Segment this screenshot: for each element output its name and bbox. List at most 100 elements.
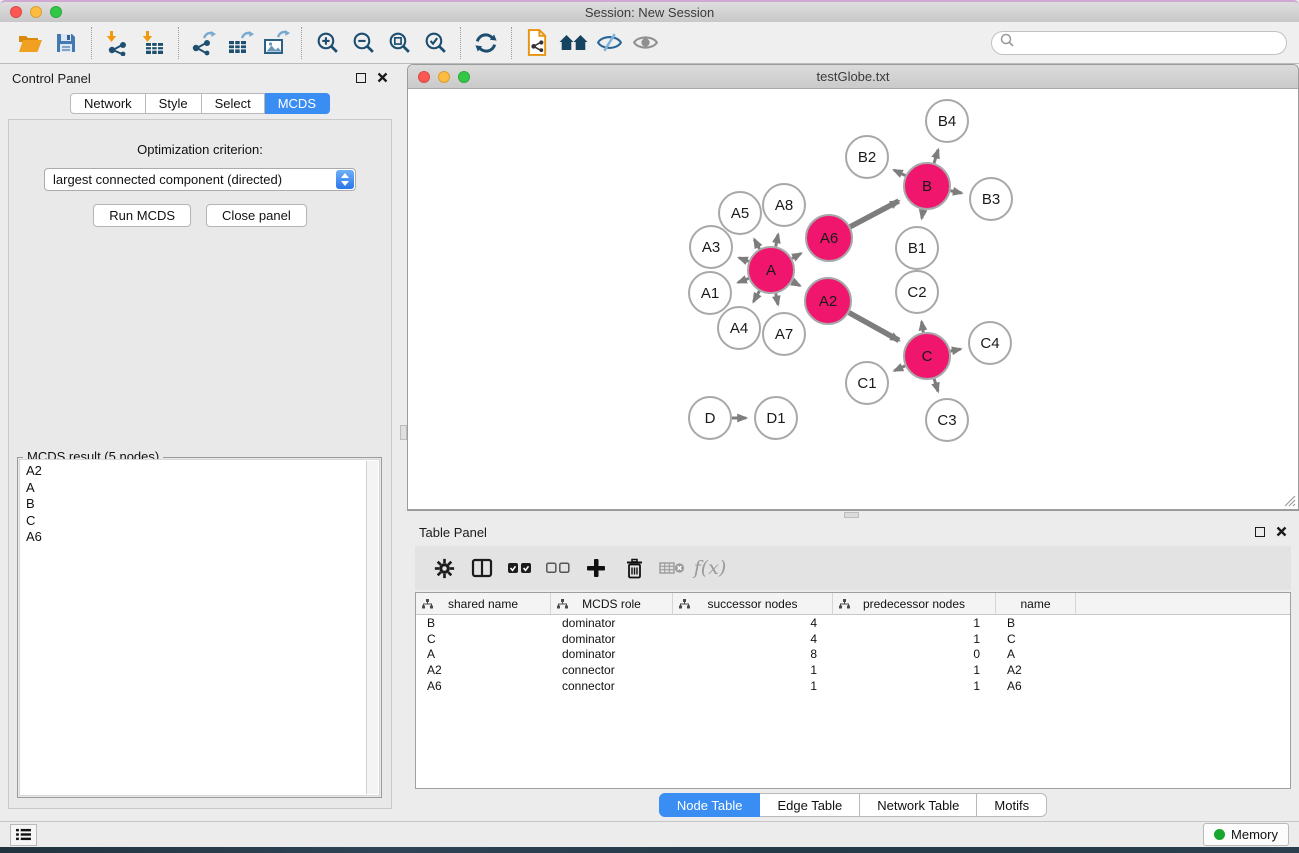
network-edge-A-A2[interactable] — [792, 281, 800, 285]
network-node-A6[interactable]: A6 — [806, 215, 852, 261]
result-item[interactable]: B — [26, 496, 365, 513]
network-node-A1[interactable]: A1 — [689, 272, 731, 314]
network-node-C3[interactable]: C3 — [926, 399, 968, 441]
network-edge-C-C4[interactable] — [951, 349, 961, 351]
network-edge-A-A5[interactable] — [754, 239, 759, 249]
table-row[interactable]: A6connector11A6 — [416, 678, 1290, 694]
network-edge-A-A3[interactable] — [739, 258, 749, 262]
vertical-splitter-grip[interactable] — [400, 425, 407, 440]
delete-table-icon[interactable] — [653, 550, 691, 586]
float-table-panel-icon[interactable] — [1255, 527, 1265, 537]
open-session-icon[interactable] — [12, 26, 48, 60]
network-edge-B-B3[interactable] — [951, 191, 962, 193]
column-header-name[interactable]: name — [996, 593, 1076, 614]
network-edge-A-A7[interactable] — [776, 294, 778, 305]
add-column-icon[interactable] — [577, 550, 615, 586]
zoom-fit-icon[interactable] — [381, 26, 417, 60]
column-header-predecessor-nodes[interactable]: predecessor nodes — [833, 593, 996, 614]
tab-network[interactable]: Network — [70, 93, 146, 114]
column-header-shared-name[interactable]: shared name — [416, 593, 551, 614]
minimize-network-window-button[interactable] — [438, 71, 450, 83]
network-node-A4[interactable]: A4 — [718, 307, 760, 349]
result-item[interactable]: A6 — [26, 529, 365, 546]
split-columns-icon[interactable] — [463, 550, 501, 586]
network-edge-B-B2[interactable] — [894, 170, 905, 176]
float-panel-icon[interactable] — [356, 73, 366, 83]
save-session-icon[interactable] — [48, 26, 84, 60]
memory-button[interactable]: Memory — [1203, 823, 1289, 846]
zoom-window-button[interactable] — [50, 6, 62, 18]
table-row[interactable]: A2connector11A2 — [416, 662, 1290, 678]
network-node-B1[interactable]: B1 — [896, 227, 938, 269]
network-node-A[interactable]: A — [748, 247, 794, 293]
result-item[interactable]: C — [26, 513, 365, 530]
vertical-splitter[interactable] — [400, 64, 407, 821]
network-canvas[interactable]: B4B2BB3A8A5A6A3B1AC2A1A2A4A7C4CC1DD1C3 — [408, 89, 1298, 510]
home-icon[interactable] — [555, 26, 591, 60]
import-network-icon[interactable] — [99, 26, 135, 60]
network-node-B3[interactable]: B3 — [970, 178, 1012, 220]
run-mcds-button[interactable]: Run MCDS — [93, 204, 191, 227]
delete-column-trash-icon[interactable] — [615, 550, 653, 586]
tab-node-table[interactable]: Node Table — [659, 793, 761, 817]
tab-select[interactable]: Select — [202, 93, 265, 114]
search-input[interactable] — [1019, 36, 1278, 50]
close-panel-icon[interactable] — [377, 71, 388, 86]
network-node-C2[interactable]: C2 — [896, 271, 938, 313]
tab-mcds[interactable]: MCDS — [265, 93, 330, 114]
table-row[interactable]: Adominator80A — [416, 647, 1290, 663]
network-edge-A-A8[interactable] — [776, 234, 778, 246]
network-edge-B-B1[interactable] — [922, 210, 923, 219]
network-node-A2[interactable]: A2 — [805, 278, 851, 324]
minimize-window-button[interactable] — [30, 6, 42, 18]
result-list-scrollbar[interactable] — [366, 461, 378, 794]
network-node-A3[interactable]: A3 — [690, 226, 732, 268]
network-node-C1[interactable]: C1 — [846, 362, 888, 404]
network-file-icon[interactable] — [519, 26, 555, 60]
network-node-A5[interactable]: A5 — [719, 192, 761, 234]
network-edge-A-A6[interactable] — [792, 253, 801, 258]
network-node-B[interactable]: B — [904, 163, 950, 209]
export-network-icon[interactable] — [186, 26, 222, 60]
task-history-button[interactable] — [10, 824, 37, 846]
tab-network-table[interactable]: Network Table — [860, 793, 977, 817]
zoom-in-icon[interactable] — [309, 26, 345, 60]
search-field[interactable] — [991, 31, 1287, 55]
zoom-network-window-button[interactable] — [458, 71, 470, 83]
network-node-A7[interactable]: A7 — [763, 313, 805, 355]
table-settings-gear-icon[interactable] — [425, 550, 463, 586]
network-edge-B-B4[interactable] — [934, 150, 938, 163]
network-edge-A-A1[interactable] — [738, 278, 748, 282]
tab-edge-table[interactable]: Edge Table — [760, 793, 860, 817]
hide-columns-unchecked-icon[interactable] — [539, 550, 577, 586]
refresh-icon[interactable] — [468, 26, 504, 60]
zoom-out-icon[interactable] — [345, 26, 381, 60]
zoom-selected-icon[interactable] — [417, 26, 453, 60]
network-edge-C-C1[interactable] — [894, 366, 905, 371]
close-network-window-button[interactable] — [418, 71, 430, 83]
close-panel-button[interactable]: Close panel — [206, 204, 307, 227]
tab-style[interactable]: Style — [146, 93, 202, 114]
table-row[interactable]: Bdominator41B — [416, 615, 1290, 631]
network-edge-A-A4[interactable] — [753, 291, 759, 302]
network-node-B4[interactable]: B4 — [926, 100, 968, 142]
network-edge-A2-C[interactable] — [849, 313, 899, 341]
result-item[interactable]: A2 — [26, 463, 365, 480]
network-node-A8[interactable]: A8 — [763, 184, 805, 226]
horizontal-splitter-grip[interactable] — [844, 512, 859, 518]
export-image-icon[interactable] — [258, 26, 294, 60]
optimization-criterion-select[interactable]: largest connected component (directed) — [44, 168, 356, 191]
close-window-button[interactable] — [10, 6, 22, 18]
network-node-D1[interactable]: D1 — [755, 397, 797, 439]
network-edge-C-C2[interactable] — [922, 322, 924, 333]
show-eye-icon[interactable] — [627, 26, 663, 60]
network-node-B2[interactable]: B2 — [846, 136, 888, 178]
table-row[interactable]: Cdominator41C — [416, 631, 1290, 647]
network-node-C[interactable]: C — [904, 333, 950, 379]
network-edge-C-C3[interactable] — [934, 379, 938, 391]
close-table-panel-icon[interactable] — [1276, 525, 1287, 540]
hide-eye-icon[interactable] — [591, 26, 627, 60]
network-edge-A6-B[interactable] — [850, 201, 899, 227]
column-header-MCDS-role[interactable]: MCDS role — [551, 593, 673, 614]
resize-grip-icon[interactable] — [1283, 494, 1296, 510]
